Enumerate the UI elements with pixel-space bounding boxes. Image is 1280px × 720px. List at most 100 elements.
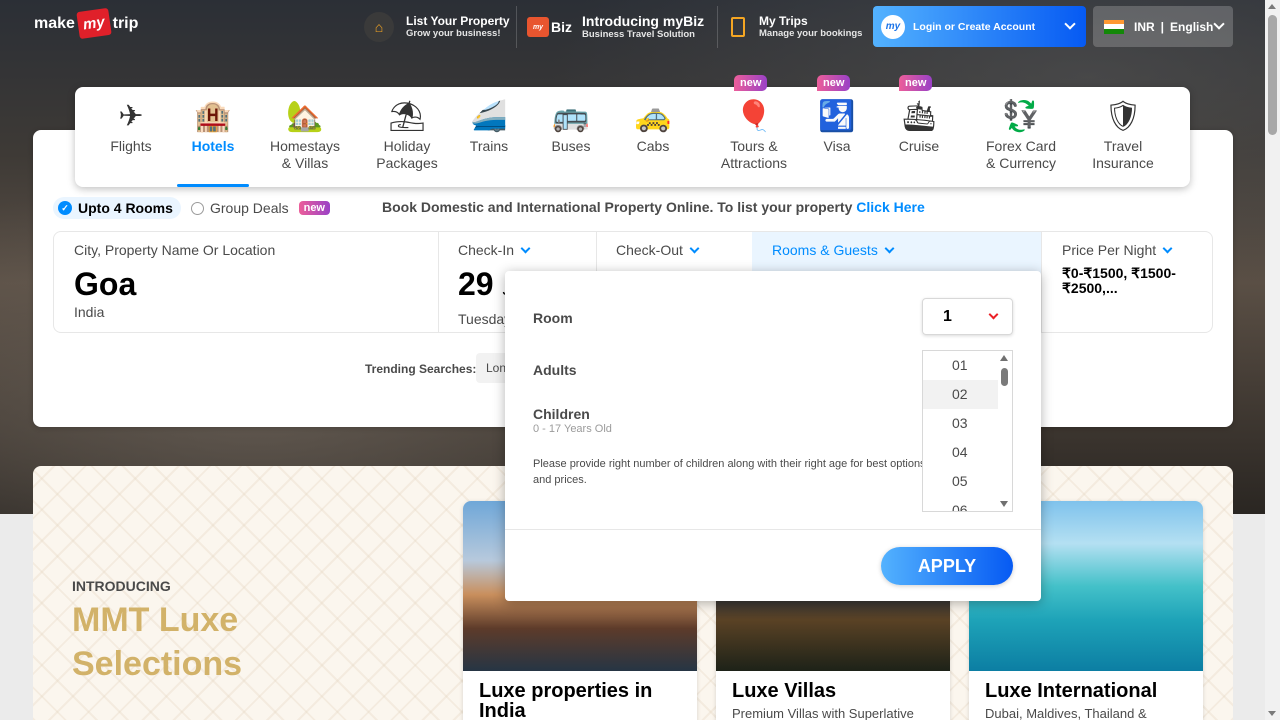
nav-label: Hotels (191, 138, 235, 154)
passport-icon: 🛂 (818, 99, 856, 133)
new-badge: new (899, 75, 933, 91)
nav-item[interactable]: 🛳 Cruise new (888, 75, 950, 187)
nav-item[interactable]: ⛱ Holiday Packages (366, 87, 448, 187)
mybiz-title: Introducing myBiz (582, 13, 705, 29)
click-here-link[interactable]: Click Here (856, 199, 924, 215)
checkin-label: Check-In (458, 242, 576, 258)
nav-item[interactable]: 🚄 Trains (458, 87, 520, 187)
apply-button[interactable]: APPLY (881, 547, 1013, 585)
nav-label: Trains (469, 138, 509, 154)
bus-icon: 🚌 (552, 99, 590, 133)
luxe-card-title: Luxe International (985, 680, 1158, 702)
adults-option[interactable]: 03 (923, 409, 998, 438)
popup-divider (505, 529, 1041, 530)
radio-unchecked-icon (191, 201, 204, 215)
nav-label: Cabs (636, 138, 670, 154)
scroll-up-icon[interactable] (1000, 355, 1008, 361)
luxe-card-sub: Dubai, Maldives, Thailand & (985, 706, 1147, 720)
nav-label: Buses (551, 138, 591, 154)
city-label: City, Property Name Or Location (74, 242, 276, 258)
mybiz-suffix: Biz (551, 19, 572, 35)
nav-item[interactable]: 🏡 Homestays & Villas (264, 87, 346, 187)
adults-option[interactable]: 06 (923, 496, 998, 511)
currency-language-selector[interactable]: INR | English (1093, 6, 1233, 47)
nav-item[interactable]: 🛡 Travel Insurance (1072, 87, 1174, 187)
logo-my: my (76, 7, 112, 40)
nav-item[interactable]: ✈ Flights (100, 87, 162, 187)
group-deals-label: Group Deals (210, 200, 289, 216)
price-label: Price Per Night (1062, 242, 1192, 258)
adults-option[interactable]: 04 (923, 438, 998, 467)
list-property-title: List Your Property (406, 14, 510, 28)
luxe-intro: INTRODUCING (72, 578, 171, 594)
nav-label: Visa (823, 138, 851, 154)
nav-item[interactable]: 🚌 Buses (540, 87, 602, 187)
lang-separator: | (1160, 19, 1165, 34)
mybiz-link[interactable]: my Biz Introducing myBiz Business Travel… (527, 8, 704, 46)
price-field[interactable]: Price Per Night ₹0-₹1500, ₹1500-₹2500,..… (1042, 232, 1212, 332)
nav-item[interactable]: 🎈 Tours & Attractions new (699, 75, 809, 187)
hotel-icon: 🏨 (194, 99, 232, 133)
scroll-down-icon[interactable] (1268, 711, 1276, 716)
adults-option[interactable]: 02 (923, 380, 998, 409)
makemytrip-logo[interactable]: make my trip (34, 7, 139, 40)
new-badge: new (298, 201, 330, 215)
checkin-day: 29 (458, 266, 494, 302)
new-badge: new (734, 75, 768, 91)
product-nav: ✈ Flights 🏨 Hotels 🏡 Homestays & Villas ⛱ Holid… (75, 75, 1190, 187)
nav-label: Homestays & Villas (269, 138, 341, 171)
mybiz-bag: my (527, 17, 549, 37)
page-scrollbar[interactable] (1265, 0, 1280, 720)
balloon-icon: 🎈 (735, 99, 773, 133)
room-count-select[interactable]: 1 (922, 298, 1013, 335)
nav-label: Tours & Attractions (720, 138, 788, 171)
group-deals-option[interactable]: Group Deals new (191, 197, 330, 219)
login-button[interactable]: my Login or Create Account (873, 6, 1086, 47)
rooms-guests-label: Rooms & Guests (772, 242, 1021, 258)
language-label: English (1170, 19, 1214, 34)
chevron-down-icon (1162, 243, 1173, 253)
nav-label: Cruise (898, 138, 940, 154)
adults-option[interactable]: 01 (923, 351, 998, 380)
rooms-guests-popup: Room 1 Adults Children 0 - 17 Years Old … (505, 271, 1041, 601)
nav-item[interactable]: 🏨 Hotels (177, 87, 249, 187)
children-age-hint: 0 - 17 Years Old (533, 423, 612, 435)
scroll-down-icon[interactable] (1000, 501, 1008, 507)
list-property-sub: Grow your business! (406, 28, 501, 39)
adults-dropdown-list[interactable]: 01 02 03 04 05 06 (922, 350, 1013, 512)
scroll-thumb[interactable] (1001, 368, 1008, 386)
adults-option[interactable]: 05 (923, 467, 998, 496)
house-icon: ⌂ (364, 12, 394, 42)
chevron-down-icon (884, 243, 895, 253)
plane-icon: ✈ (118, 99, 144, 133)
nav-label: Holiday Packages (376, 138, 438, 171)
checkout-label: Check-Out (616, 242, 732, 258)
nav-item[interactable]: 🚕 Cabs (622, 87, 684, 187)
checkin-label-text: Check-In (458, 242, 515, 258)
scroll-thumb[interactable] (1268, 15, 1277, 135)
adults-list-scrollbar[interactable] (996, 351, 1012, 511)
header-divider (516, 6, 517, 48)
nav-item[interactable]: 🛂 Visa new (806, 75, 868, 187)
luxe-card-sub: Premium Villas with Superlative (732, 706, 914, 720)
cab-icon: 🚕 (634, 99, 672, 133)
nav-label: Travel Insurance (1092, 138, 1154, 171)
header-divider (717, 6, 718, 48)
scroll-up-icon[interactable] (1268, 4, 1276, 9)
currency-icon: 💱 (1002, 99, 1040, 133)
price-label-text: Price Per Night (1062, 242, 1157, 258)
ship-icon: 🛳 (899, 99, 939, 133)
city-sub: India (74, 304, 105, 320)
nav-item[interactable]: 💱 Forex Card & Currency (970, 87, 1072, 187)
suitcase-icon (731, 17, 745, 37)
luxe-card-title: Luxe properties in India (479, 680, 653, 720)
upto-4-rooms-option[interactable]: ✓ Upto 4 Rooms (53, 197, 181, 219)
chevron-down-icon (1213, 18, 1225, 30)
adults-label: Adults (533, 362, 577, 378)
room-count-value: 1 (943, 308, 952, 325)
logo-trip: trip (112, 14, 139, 32)
my-trips-link[interactable]: My Trips Manage your bookings (731, 8, 862, 46)
city-field[interactable]: City, Property Name Or Location Goa Indi… (54, 232, 439, 332)
list-property-link[interactable]: ⌂ List Your Property Grow your business! (364, 8, 510, 46)
homestay-icon: 🏡 (286, 99, 324, 133)
